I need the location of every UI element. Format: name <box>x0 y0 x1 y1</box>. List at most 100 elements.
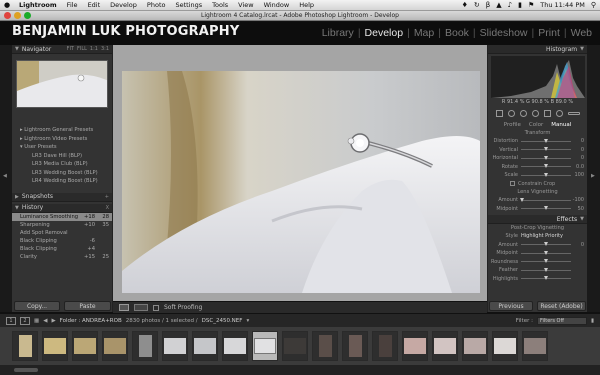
preset-item[interactable]: LR3 Wedding Boost (BLP) <box>12 169 112 178</box>
effects-slider-track[interactable] <box>521 276 571 281</box>
spot-removal-icon[interactable] <box>519 109 527 117</box>
module-slideshow[interactable]: Slideshow <box>476 27 532 39</box>
preset-item[interactable]: LR3 Dave Hill (BLP) <box>12 152 112 161</box>
volume-icon[interactable]: ♪ <box>508 1 512 9</box>
preset-item[interactable]: LR3 Media Club (BLP) <box>12 160 112 169</box>
flag-icon[interactable]: ⚑ <box>528 1 534 9</box>
effects-slider[interactable]: Highlights <box>488 275 587 284</box>
tab-profile[interactable]: Profile <box>504 122 521 128</box>
transform-slider-value[interactable]: 0 <box>571 147 584 153</box>
module-print[interactable]: Print <box>534 27 564 39</box>
lens-vignetting-slider-knob[interactable] <box>519 197 524 202</box>
filmstrip-thumbnail[interactable] <box>12 331 38 361</box>
history-row[interactable]: Luminance Smoothing +18 28 <box>12 212 112 221</box>
transform-slider-value[interactable]: 100 <box>571 172 584 178</box>
module-book[interactable]: Book <box>441 27 473 39</box>
expand-triangle-icon[interactable]: ▶ <box>15 194 19 200</box>
transform-slider-track[interactable] <box>521 155 571 160</box>
filmstrip-thumbnail[interactable] <box>492 331 518 361</box>
effects-slider[interactable]: Midpoint <box>488 249 587 258</box>
zoom-fit[interactable]: FIT <box>67 46 74 52</box>
lens-vignetting-slider-value[interactable]: 50 <box>571 206 584 212</box>
battery-icon[interactable]: ▮ <box>518 1 522 9</box>
menu-lightroom[interactable]: Lightroom <box>14 1 62 9</box>
zoom-window-button[interactable] <box>24 12 31 19</box>
graduated-filter-icon[interactable] <box>543 109 551 117</box>
soft-proofing-checkbox[interactable] <box>153 304 159 311</box>
zoom-3-1[interactable]: 3:1 <box>101 46 109 52</box>
forward-arrow-icon[interactable]: ▶ <box>51 318 55 324</box>
menu-edit[interactable]: Edit <box>83 1 106 9</box>
before-after-view-icon[interactable] <box>134 304 148 311</box>
lens-vignetting-slider[interactable]: Midpoint 50 <box>488 205 587 214</box>
effects-slider-knob[interactable] <box>543 250 548 255</box>
filmstrip-scroll-thumb[interactable] <box>14 368 38 372</box>
filmstrip-thumbnail[interactable] <box>162 331 188 361</box>
transform-slider-knob[interactable] <box>543 138 548 143</box>
expand-triangle-icon[interactable]: ▼ <box>15 205 19 211</box>
collapse-left-arrow-icon[interactable]: ◀ <box>3 173 7 179</box>
filmstrip-thumbnail[interactable] <box>102 331 128 361</box>
adjustment-brush-icon[interactable] <box>567 111 580 115</box>
filmstrip-thumbnail[interactable] <box>72 331 98 361</box>
transform-slider-knob[interactable] <box>543 172 548 177</box>
previous-button[interactable]: Previous <box>489 301 533 311</box>
lens-vignetting-slider-track[interactable] <box>519 197 571 202</box>
filmstrip-thumbnail[interactable] <box>372 331 398 361</box>
reset-button[interactable]: Reset (Adobe) <box>537 301 586 311</box>
transform-slider-value[interactable]: 0 <box>571 155 584 161</box>
wifi-icon[interactable]: ▲ <box>496 1 501 9</box>
red-eye-icon[interactable] <box>531 109 539 117</box>
module-web[interactable]: Web <box>567 27 596 39</box>
filter-select[interactable]: Filters Off <box>536 316 587 325</box>
tab-manual[interactable]: Manual <box>551 122 571 128</box>
main-photo[interactable] <box>122 71 480 293</box>
menu-file[interactable]: File <box>62 1 83 9</box>
effects-slider-knob[interactable] <box>543 242 548 247</box>
effects-slider-track[interactable] <box>521 267 571 272</box>
menu-tools[interactable]: Tools <box>207 1 233 9</box>
navigator-header[interactable]: ▼ Navigator FIT FILL 1:1 3:1 <box>12 45 112 54</box>
module-map[interactable]: Map <box>410 27 438 39</box>
close-window-button[interactable] <box>4 12 11 19</box>
dropbox-icon[interactable]: ♦ <box>462 1 468 9</box>
main-window-button[interactable]: 1 <box>6 316 16 325</box>
filmstrip-thumbnail[interactable] <box>282 331 308 361</box>
transform-slider[interactable]: Rotate 0.0 <box>488 163 587 172</box>
minimize-window-button[interactable] <box>14 12 21 19</box>
bluetooth-icon[interactable]: β <box>486 1 490 9</box>
menubar-clock[interactable]: Thu 11:44 PM <box>540 1 585 9</box>
menu-photo[interactable]: Photo <box>142 1 171 9</box>
filmstrip-thumbnail[interactable] <box>402 331 428 361</box>
filmstrip-scrollbar[interactable] <box>0 365 600 375</box>
back-arrow-icon[interactable]: ◀ <box>43 318 47 324</box>
folder-path[interactable]: Folder : ANDREA+ROB <box>60 318 122 324</box>
right-panel-toggle-strip[interactable]: ▶ <box>587 45 600 312</box>
effects-slider[interactable]: Amount 0 <box>488 241 587 250</box>
menu-window[interactable]: Window <box>259 1 295 9</box>
apple-menu-icon[interactable]: ● <box>0 1 14 9</box>
transform-slider-track[interactable] <box>521 164 571 169</box>
history-header[interactable]: ▼ History X <box>12 203 112 213</box>
filmstrip-thumbnail[interactable] <box>132 331 158 361</box>
transform-slider-track[interactable] <box>521 138 571 143</box>
module-library[interactable]: Library <box>318 27 358 39</box>
filmstrip-thumbnail[interactable] <box>462 331 488 361</box>
add-snapshot-button[interactable]: + <box>105 194 109 200</box>
collapse-right-arrow-icon[interactable]: ▶ <box>591 173 595 179</box>
transform-slider-knob[interactable] <box>543 147 548 152</box>
secondary-window-button[interactable]: 2 <box>20 316 30 325</box>
paste-settings-button[interactable]: Paste <box>64 301 111 311</box>
radial-filter-icon[interactable] <box>555 109 563 117</box>
preset-folder[interactable]: ▸ Lightroom General Presets <box>12 126 112 135</box>
copy-settings-button[interactable]: Copy... <box>14 301 60 311</box>
transform-slider-knob[interactable] <box>543 155 548 160</box>
transform-slider-value[interactable]: 0.0 <box>571 164 584 170</box>
preset-folder[interactable]: ▸ Lightroom Video Presets <box>12 135 112 144</box>
history-row[interactable]: Black Clipping +4 <box>12 245 112 253</box>
constrain-crop-checkbox[interactable] <box>510 181 515 187</box>
filmstrip-thumbnail[interactable] <box>312 331 338 361</box>
histogram-graph[interactable] <box>491 56 585 98</box>
grid-view-icon[interactable]: ▦ <box>34 318 39 324</box>
loupe-view-icon[interactable] <box>119 304 129 311</box>
